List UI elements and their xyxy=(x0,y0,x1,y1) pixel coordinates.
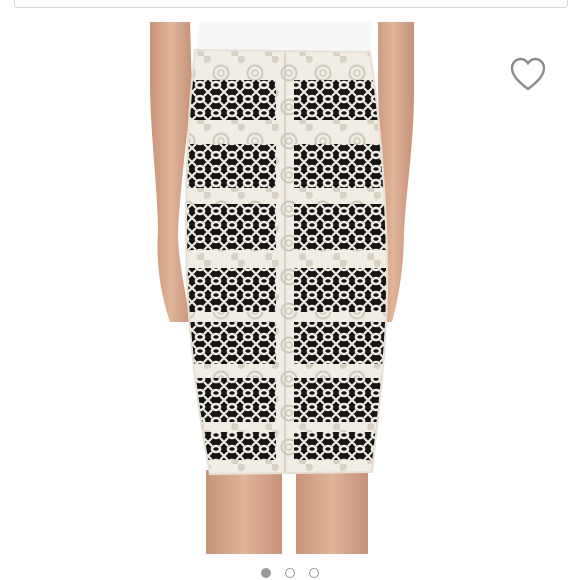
carousel-dot-3[interactable] xyxy=(309,568,319,578)
product-photo[interactable] xyxy=(0,22,580,554)
carousel-dot-1[interactable] xyxy=(261,568,271,578)
like-button[interactable] xyxy=(506,55,550,95)
product-photo-art xyxy=(150,22,414,554)
carousel-dot-2[interactable] xyxy=(285,568,295,578)
top-card-edge xyxy=(14,0,568,8)
carousel-indicator xyxy=(0,568,580,580)
heart-outline-icon xyxy=(510,57,546,91)
